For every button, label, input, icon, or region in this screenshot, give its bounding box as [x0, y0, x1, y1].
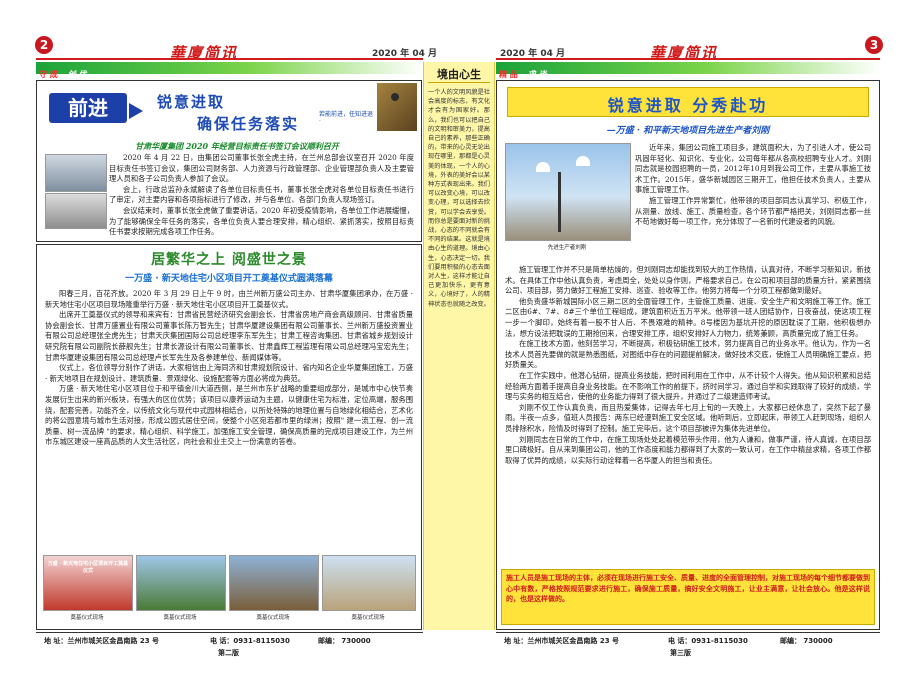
photo-caption: 奠基仪式现场: [70, 615, 104, 621]
article-advanced-worker: 锐意进取 分秀赴功 —万盛 · 和平新天地项目先进生产者刘刚 先进生产者刘刚 近…: [496, 80, 880, 630]
headline-banner: 锐意进取 分秀赴功: [507, 87, 869, 117]
paragraph: 仪式上，各位领导分别作了讲话，大家相信由上海同济和甘肃规划院设计、省内知名企业华…: [45, 363, 413, 383]
paragraph: 2020 年 4 月 22 日，由集团公司董事长张全虎主持，在兰州总部会议室召开…: [109, 153, 414, 184]
paragraph: 在工作实践中，他潜心钻研，提高业务技能，把时间利用在工作中，从不计较个人得失。他…: [505, 370, 871, 402]
sidebar-text: 一个人的文明风貌是社会高度的标志，有文化才会有为国家好。那么，我们也可以把自己的…: [428, 89, 490, 308]
climber-photo: [377, 83, 417, 131]
page-label: 第三版: [670, 649, 691, 657]
paragraph: 会议结束时，董事长张全虎做了重要讲话，2020 年初受疫情影响，各单位工作进展缓…: [109, 205, 414, 237]
paragraph: 施工管理工作异常繁忙，他带领的项目部同志认真学习、积极工作，从测量、放线、施工、…: [635, 195, 871, 227]
article-subhead: —万盛 · 和平新天地项目先进生产者刘刚: [606, 126, 770, 136]
footer-phone: 电 话：0931-8115030: [668, 637, 748, 645]
slogan-line2: 确保任务落实: [197, 115, 300, 133]
article-body: 施工管理工作并不只是简单枯燥的，但刘刚同志却能找到较大的工作热情，认真对待，不断…: [505, 265, 871, 565]
hardhat-icon: [576, 156, 590, 166]
meeting-photo: [45, 193, 107, 229]
paragraph: 阳春三月，百花齐放。2020 年 3 月 29 日上午 9 时，由兰州新万盛公司…: [45, 289, 413, 309]
section-tag: 求 谈: [528, 70, 548, 79]
article-body: 阳春三月，百花齐放。2020 年 3 月 29 日上午 9 时，由兰州新万盛公司…: [45, 289, 413, 553]
section-tag: 守 成: [39, 70, 58, 79]
building-rendering-photo: [322, 555, 416, 611]
article-subhead: 一万盛 · 新天地住宅小区项目开工奠基仪式圆满落幕: [125, 274, 333, 284]
ceremony-photo: [229, 555, 319, 611]
paragraph: 施工管理工作并不只是简单枯燥的，但刘刚同志却能找到较大的工作热情，认真对待，不断…: [505, 265, 871, 296]
highlight-text: 施工人员是施工现场的主体，必须在现场进行施工安全、质量、进度的全面管理控制，对施…: [506, 573, 870, 603]
article-headline: 居繁华之上 阅盛世之景: [151, 252, 307, 268]
footer-postcode: 邮编： 730000: [318, 637, 371, 645]
section-tag: 创 优: [68, 70, 88, 79]
surveying-tripod-icon: [558, 172, 561, 232]
ceremony-photo: [136, 555, 226, 611]
footer-phone: 电 话：0931-8115030: [210, 637, 290, 645]
header-rule: [36, 58, 423, 60]
article-subtitle: 甘肃华厦集团 2020 年经营目标责任书签订会议顺利召开: [135, 141, 339, 151]
photo-caption: 奠基仪式现场: [256, 615, 290, 621]
logo-text: 前进: [68, 96, 108, 120]
paragraph: 他负责盛华新城国际小区三期二区的全面管理工作，主管施工质量、进度、安全生产和文明…: [505, 296, 871, 338]
article-headline: 锐意进取 分秀赴功: [607, 96, 769, 115]
paragraph: 万盛 · 新天地住宅小区项目位于和平镇金川大道西侧，是兰州市东扩战略的重要组成部…: [45, 384, 413, 447]
hardhat-icon: [536, 162, 550, 172]
article-target-signing: 前进 锐意进取 确保任务落实 若能前进，任知进退 · 甘肃华厦集团 2020 年…: [36, 80, 422, 242]
footer-rule: [496, 632, 880, 633]
footer-postcode: 邮编： 730000: [780, 637, 833, 645]
sidebar-title: 境由心生: [437, 68, 481, 81]
photo-caption: 奠基仪式现场: [351, 615, 385, 621]
article-groundbreaking: 居繁华之上 阅盛世之景 一万盛 · 新天地住宅小区项目开工奠基仪式圆满落幕 阳春…: [36, 244, 422, 630]
worker-photo: [505, 143, 631, 241]
climber-figure-icon: [391, 93, 399, 101]
paragraph: 在施工技术方面，他刻苦学习，不断提高，积极钻研施工技术，努力提高自己的业务水平。…: [505, 339, 871, 370]
sidebar-column: 境由心生 一个人的文明风貌是社会高度的标志，有文化才会有为国家好。那么，我们也可…: [423, 62, 495, 630]
photo-caption: 先进生产者刘刚: [547, 245, 587, 251]
slogan-small: 若能前进，任知进退 ·: [319, 111, 374, 125]
highlight-box: 施工人员是施工现场的主体，必须在现场进行施工安全、质量、进度的全面管理控制，对施…: [501, 569, 875, 625]
paragraph: 近年来，集团公司施工项目多，建筑面积大，为了引进人才，使公司巩固年轻化、知识化、…: [635, 143, 871, 195]
slogan-line1: 锐意进取: [157, 93, 226, 111]
paragraph: 刘刚同志在日常的工作中，在施工现场处处起着模范带头作用，他为人谦和，做事严谨，待…: [505, 434, 871, 465]
arrow-icon: [129, 103, 143, 119]
footer-rule: [36, 632, 423, 633]
section-tag-bar: 精 品 求 谈: [496, 62, 880, 79]
page-label: 第二版: [218, 649, 239, 657]
paragraph: 出席开工奠基仪式的领导和来宾有：甘肃省民营经济研究会副会长、甘肃省房地产商会高级…: [45, 310, 413, 362]
footer-address: 地 址：兰州市城关区金昌南路 23 号: [504, 637, 620, 645]
banner-text: 万盛 · 新天地住宅小区项目开工奠基仪式: [47, 561, 129, 574]
article-body-top: 近年来，集团公司施工项目多，建筑面积大，为了引进人才，使公司巩固年轻化、知识化、…: [635, 143, 871, 261]
paragraph: 刘刚不仅工作认真负责，而且热爱集体，记得去年七月上旬的一天晚上，大家都已经休息了…: [505, 402, 871, 433]
footer-address: 地 址：兰州市城关区金昌南路 23 号: [44, 637, 160, 645]
article-body: 2020 年 4 月 22 日，由集团公司董事长张全虎主持，在兰州总部会议室召开…: [109, 153, 414, 237]
header-rule: [496, 58, 880, 60]
paragraph: 会上，行政总监孙永斌解读了各单位目标责任书，董事长张全虎对各单位目标责任书进行了…: [109, 184, 414, 205]
page-number-badge: 2: [35, 36, 53, 54]
photo-caption: 奠基仪式现场: [163, 615, 197, 621]
section-tag: 精 品: [499, 70, 518, 79]
sidebar-rule: [428, 82, 490, 83]
section-tag-bar: 守 成 创 优: [36, 62, 423, 79]
ceremony-photo: 万盛 · 新天地住宅小区项目开工奠基仪式: [43, 555, 133, 611]
forward-logo: 前进: [49, 93, 127, 123]
page-number-badge: 3: [865, 36, 883, 54]
meeting-photo: [45, 154, 107, 192]
